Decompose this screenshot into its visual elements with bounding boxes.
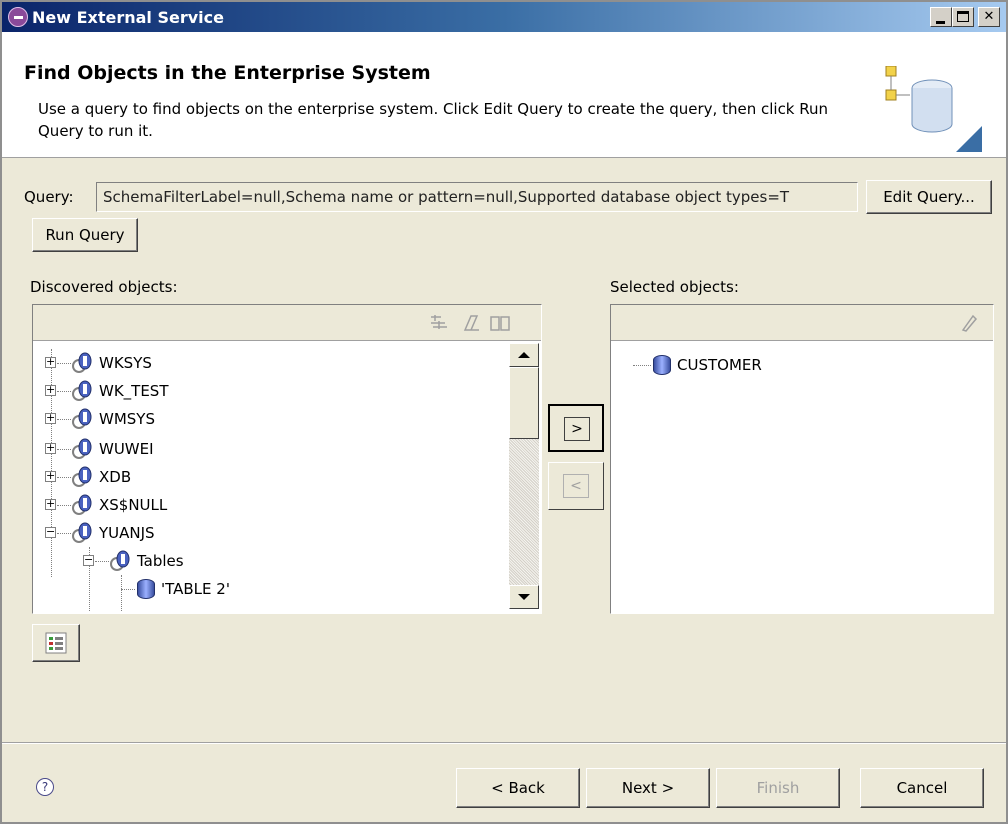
arrow-up-icon <box>518 352 530 358</box>
tree-item-label: WUWEI <box>99 440 154 458</box>
tree-connector <box>57 391 71 392</box>
expand-icon[interactable]: + <box>45 356 56 368</box>
help-icon[interactable]: ? <box>36 778 54 796</box>
tree-item-label: WMSYS <box>99 410 155 428</box>
schema-icon <box>72 408 92 429</box>
tree-item[interactable]: + WUWEI <box>45 435 505 463</box>
back-button[interactable]: < Back <box>456 768 580 808</box>
run-query-button[interactable]: Run Query <box>32 218 138 252</box>
page-description: Use a query to find objects on the enter… <box>38 100 829 140</box>
maximize-icon <box>957 11 969 22</box>
add-selected-button[interactable]: > <box>548 404 604 452</box>
tree-item[interactable]: + WK_TEST <box>45 377 505 405</box>
tree-connector <box>57 533 71 534</box>
tree-connector <box>95 561 109 562</box>
maximize-button[interactable] <box>952 7 974 27</box>
tree-connector <box>57 477 71 478</box>
tree-item[interactable]: + WKSYS <box>45 349 505 377</box>
scroll-up-button[interactable] <box>509 343 539 367</box>
discovered-toolbar <box>33 305 541 341</box>
selected-toolbar <box>611 305 993 341</box>
expand-icon[interactable]: + <box>45 470 56 482</box>
tree-connector <box>57 505 71 506</box>
discovered-scrollbar[interactable] <box>509 343 539 609</box>
tables-folder-icon <box>110 550 130 571</box>
tree-item-label: XDB <box>99 468 132 486</box>
page-heading: Find Objects in the Enterprise System <box>24 62 431 84</box>
finish-button[interactable]: Finish <box>716 768 840 808</box>
schema-icon <box>72 466 92 487</box>
tree-connector <box>57 449 71 450</box>
database-banner-icon <box>885 66 982 152</box>
table-icon <box>653 355 671 375</box>
schema-icon <box>72 494 92 515</box>
query-field[interactable]: SchemaFilterLabel=null,Schema name or pa… <box>96 182 858 212</box>
selected-item[interactable]: CUSTOMER <box>633 351 973 379</box>
discovered-objects-panel: + WKSYS + WK_TEST + WMSYS + WUWEI + XDB … <box>32 304 542 614</box>
app-icon <box>8 7 28 27</box>
tree-item-label: WK_TEST <box>99 382 169 400</box>
selected-objects-panel: CUSTOMER <box>610 304 994 614</box>
expand-icon[interactable]: + <box>45 412 56 424</box>
tree-item[interactable]: + WMSYS <box>45 405 505 433</box>
tree-item-label: WKSYS <box>99 354 152 372</box>
scroll-down-button[interactable] <box>509 585 539 609</box>
window-title: New External Service <box>32 8 224 27</box>
filter-icon[interactable] <box>429 313 449 333</box>
selected-objects-label: Selected objects: <box>610 278 739 296</box>
schema-icon <box>72 522 92 543</box>
tree-connector <box>633 365 651 366</box>
tree-item[interactable]: 'TABLE 2' <box>121 575 505 603</box>
properties-button[interactable] <box>32 624 80 662</box>
tree-item[interactable]: − Tables <box>83 547 505 575</box>
tree-item[interactable]: + XDB <box>45 463 505 491</box>
move-right-icon: > <box>564 417 590 441</box>
remove-selected-button[interactable]: < <box>548 462 604 510</box>
table-icon <box>137 579 155 599</box>
tree-connector <box>57 419 71 420</box>
close-icon: ✕ <box>983 9 995 24</box>
book-icon[interactable] <box>489 313 511 333</box>
expand-icon[interactable]: + <box>45 384 56 396</box>
minimize-button[interactable] <box>930 7 952 27</box>
selected-item-label: CUSTOMER <box>677 356 762 374</box>
tree-connector <box>57 363 71 364</box>
expand-icon[interactable]: + <box>45 498 56 510</box>
edit-query-button[interactable]: Edit Query... <box>866 180 992 214</box>
cancel-button[interactable]: Cancel <box>860 768 984 808</box>
title-bar: New External Service ✕ <box>2 2 1006 32</box>
collapse-icon[interactable]: − <box>45 526 56 538</box>
edit-icon[interactable] <box>959 313 979 333</box>
tree-connector <box>121 589 135 590</box>
tree-item-label: Tables <box>137 552 184 570</box>
discovered-objects-label: Discovered objects: <box>30 278 178 296</box>
move-left-icon: < <box>563 474 589 498</box>
tree-item-label: 'TABLE 2' <box>161 580 230 598</box>
footer-separator <box>2 742 1006 744</box>
tree-item-label: XS$NULL <box>99 496 168 514</box>
wizard-header: Find Objects in the Enterprise System Us… <box>2 32 1006 158</box>
arrow-down-icon <box>518 594 530 600</box>
scroll-thumb[interactable] <box>509 367 539 439</box>
next-button[interactable]: Next > <box>586 768 710 808</box>
dialog-window: New External Service ✕ Find Objects in t… <box>0 0 1008 824</box>
tree-item[interactable]: + XS$NULL <box>45 491 505 519</box>
schema-icon <box>72 380 92 401</box>
tree-item[interactable]: − YUANJS <box>45 519 505 547</box>
close-button[interactable]: ✕ <box>978 7 1000 27</box>
expand-icon[interactable]: + <box>45 442 56 454</box>
query-label: Query: <box>24 188 74 206</box>
schema-icon <box>72 352 92 373</box>
properties-icon <box>45 632 67 654</box>
minimize-icon <box>936 21 945 24</box>
edit-icon[interactable] <box>461 313 481 333</box>
tree-item-label: YUANJS <box>99 524 155 542</box>
schema-icon <box>72 438 92 459</box>
collapse-icon[interactable]: − <box>83 554 94 566</box>
